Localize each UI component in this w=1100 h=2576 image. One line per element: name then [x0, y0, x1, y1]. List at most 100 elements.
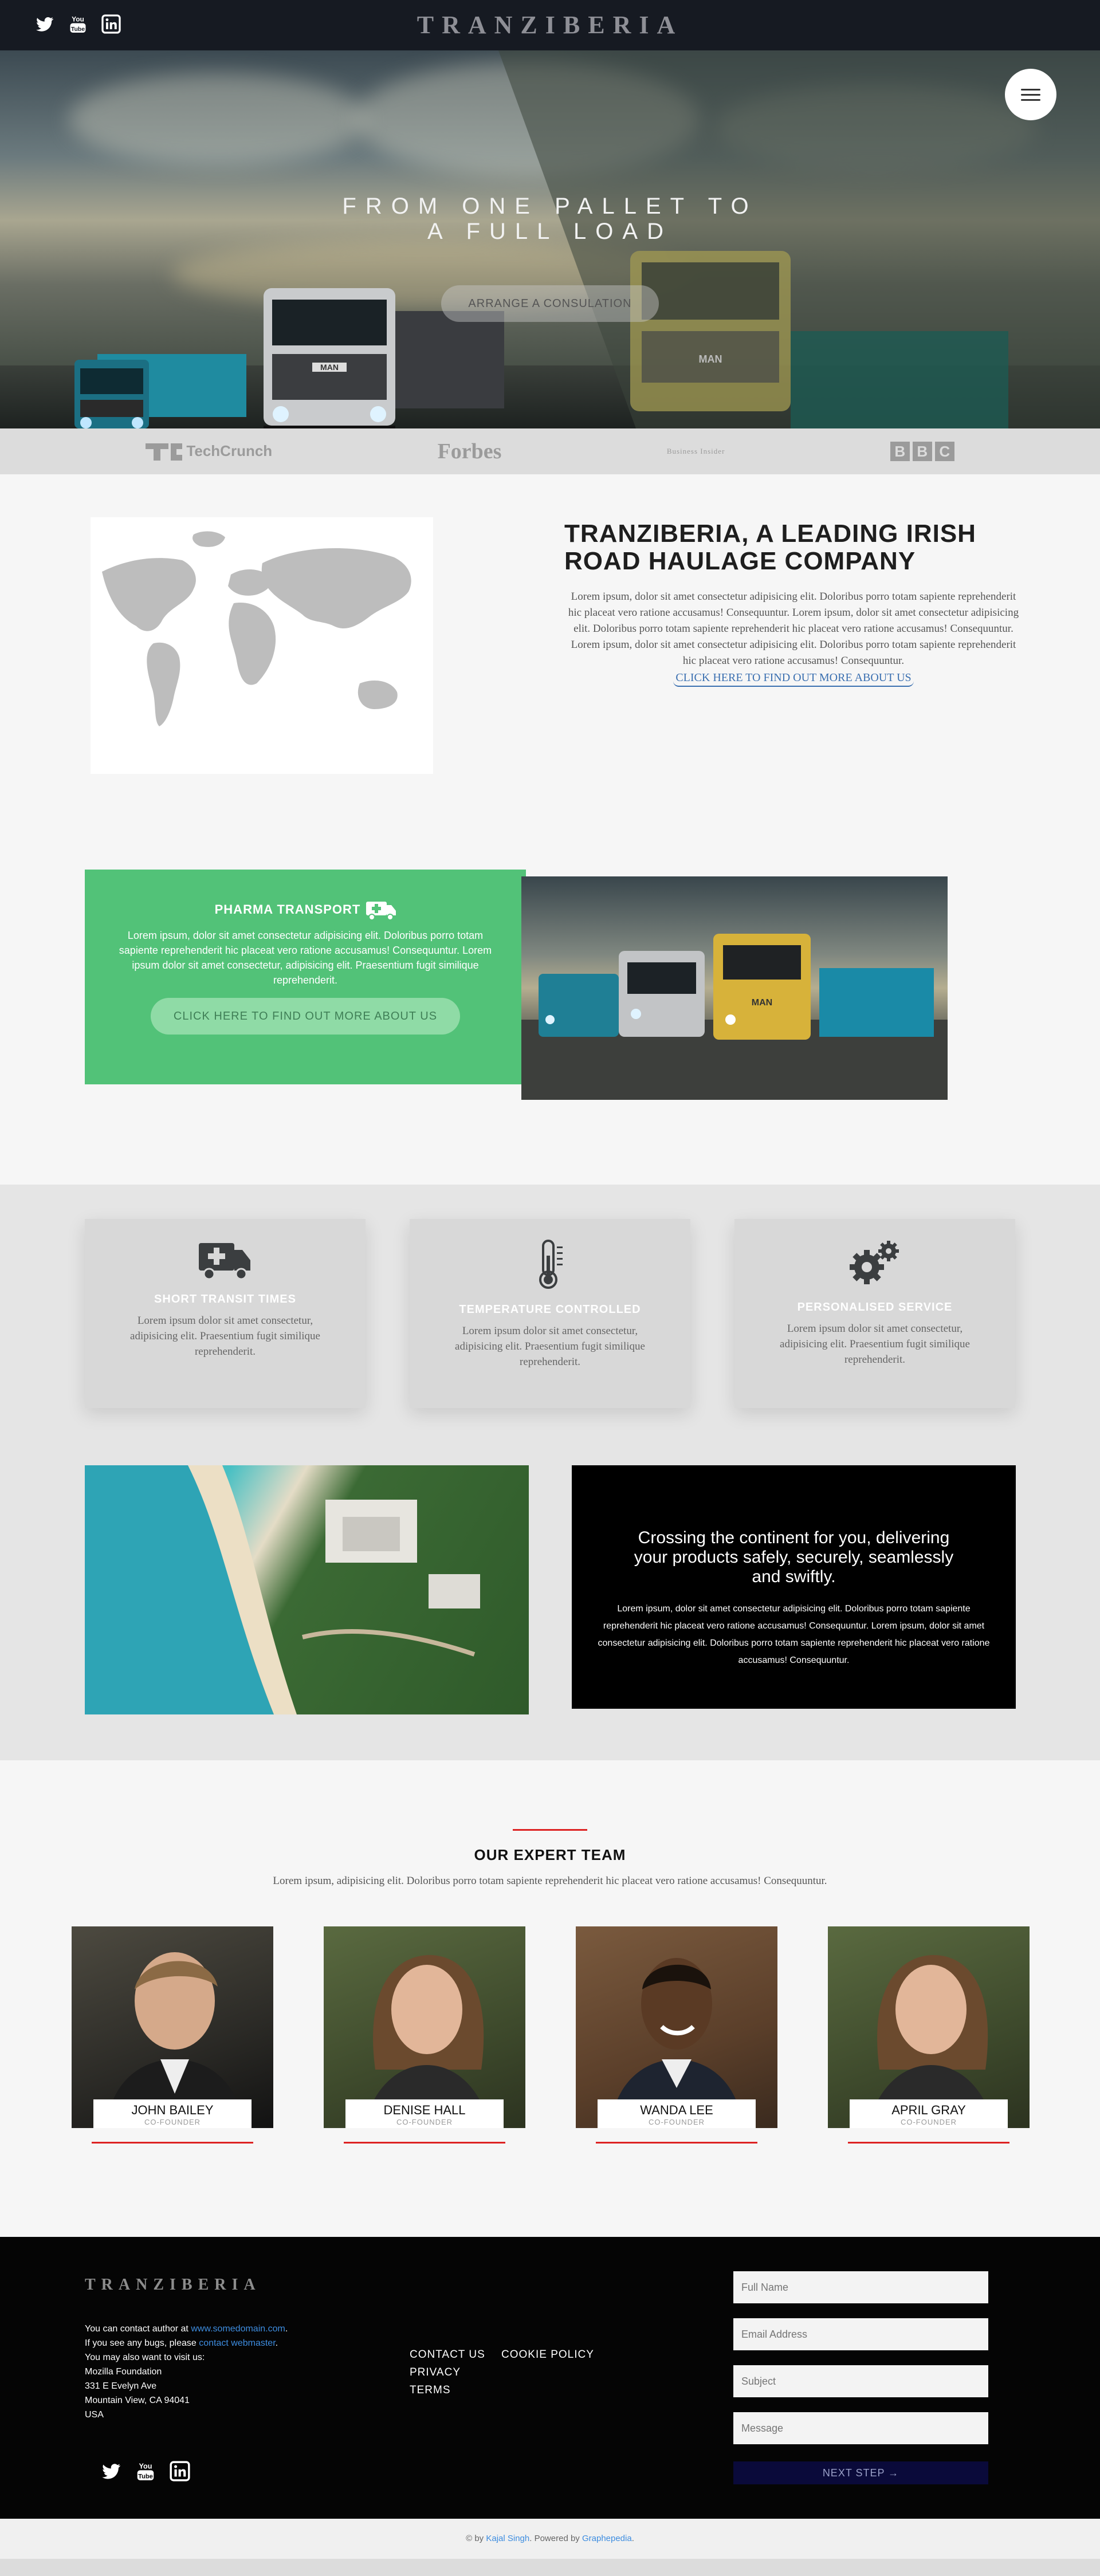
hero-headline-line-2: A FULL LOAD: [427, 219, 673, 244]
feature-card-personalised: PERSONALISED SERVICE Lorem ipsum dolor s…: [734, 1219, 1015, 1408]
pharma-section: PHARMA TRANSPORT Lorem ipsum, dolor sit …: [0, 870, 1100, 1185]
brand-logo[interactable]: TRANZIBERIA: [0, 10, 1100, 40]
team-section: OUR EXPERT TEAM Lorem ipsum, adipisicing…: [0, 1760, 1100, 2237]
feature-title: TEMPERATURE CONTROLLED: [459, 1303, 641, 1316]
full-name-field[interactable]: [733, 2271, 988, 2303]
world-map-image: [91, 517, 433, 774]
green-truck-image: [791, 331, 1008, 428]
footer-brand[interactable]: TRANZIBERIA: [85, 2276, 261, 2294]
next-step-button[interactable]: NEXT STEP →: [733, 2461, 988, 2484]
svg-text:MAN: MAN: [752, 998, 772, 1008]
privacy-link[interactable]: PRIVACY: [410, 2366, 461, 2378]
feature-card-temperature: TEMPERATURE CONTROLLED Lorem ipsum dolor…: [410, 1219, 690, 1408]
member-name: WANDA LEE: [640, 2103, 713, 2117]
team-member-card: DENISE HALL CO-FOUNDER: [324, 1926, 525, 2128]
member-photo: [106, 1952, 243, 2128]
teal-truck-image: [74, 354, 246, 428]
feature-card-transit: SHORT TRANSIT TIMES Lorem ipsum dolor si…: [85, 1219, 366, 1408]
contact-form: NEXT STEP →: [733, 2271, 988, 2484]
svg-text:MAN: MAN: [320, 363, 339, 372]
forbes-logo: Forbes: [437, 439, 502, 463]
top-bar: You Tube TRANZIBERIA: [0, 0, 1100, 50]
member-photo: [610, 1958, 743, 2128]
member-underline: [344, 2142, 505, 2144]
member-role: CO-FOUNDER: [900, 2118, 957, 2126]
footer-address: You can contact author at www.somedomain…: [85, 2324, 288, 2420]
yellow-truck-image: MAN: [630, 251, 791, 411]
terms-link[interactable]: TERMS: [410, 2384, 451, 2396]
member-name: DENISE HALL: [383, 2103, 466, 2117]
gears-icon: [850, 1241, 899, 1284]
aerial-coast-image: [85, 1465, 529, 1714]
ambulance-icon: [366, 902, 396, 921]
pharma-body: Lorem ipsum, dolor sit amet consectetur …: [119, 930, 492, 986]
svg-text:Tube: Tube: [138, 2473, 153, 2480]
hamburger-menu-button[interactable]: [1005, 69, 1056, 120]
member-underline: [848, 2142, 1009, 2144]
member-role: CO-FOUNDER: [396, 2118, 453, 2126]
team-heading: OUR EXPERT TEAM: [474, 1846, 626, 1863]
press-logo-strip: TechCrunch Forbes Business Insider BBC: [0, 428, 1100, 474]
crossing-section: Crossing the continent for you, deliveri…: [0, 1465, 1100, 1760]
feature-title: SHORT TRANSIT TIMES: [154, 1293, 296, 1305]
team-member-card: WANDA LEE CO-FOUNDER: [576, 1926, 777, 2128]
pharma-find-out-more-button[interactable]: CLICK HERE TO FIND OUT MORE ABOUT US: [151, 998, 460, 1035]
bbc-logo: BBC: [890, 442, 954, 461]
contact-webmaster-link[interactable]: contact webmaster: [199, 2338, 275, 2348]
team-member-card: JOHN BAILEY CO-FOUNDER: [72, 1926, 273, 2128]
arrange-consultation-button[interactable]: ARRANGE A CONSULATION: [441, 285, 659, 322]
member-photo: [868, 1955, 994, 2128]
crossing-card: Crossing the continent for you, deliveri…: [572, 1465, 1016, 1709]
subject-field[interactable]: [733, 2365, 988, 2397]
ambulance-icon: [199, 1243, 250, 1280]
message-field[interactable]: [733, 2412, 988, 2444]
author-link[interactable]: Kajal Singh: [486, 2534, 529, 2543]
about-heading: TRANZIBERIA, A LEADING IRISH ROAD HAULAG…: [564, 520, 976, 575]
member-role: CO-FOUNDER: [648, 2118, 705, 2126]
copyright-bar: © by Kajal Singh. Powered by Graphepedia…: [0, 2519, 1100, 2559]
crossing-heading: Crossing the continent for you, deliveri…: [634, 1528, 954, 1586]
crossing-body: Lorem ipsum, dolor sit amet consectetur …: [598, 1604, 990, 1665]
svg-text:You: You: [139, 2462, 152, 2470]
email-field[interactable]: [733, 2318, 988, 2350]
member-photo: [364, 1955, 490, 2128]
about-section: TRANZIBERIA, A LEADING IRISH ROAD HAULAG…: [0, 474, 1100, 870]
features-section: SHORT TRANSIT TIMES Lorem ipsum dolor si…: [0, 1185, 1100, 1465]
member-name-plate: WANDA LEE CO-FOUNDER: [598, 2099, 756, 2128]
graphepedia-link[interactable]: Graphepedia: [582, 2534, 632, 2543]
contact-us-link[interactable]: CONTACT US: [410, 2349, 485, 2361]
member-name: JOHN BAILEY: [131, 2103, 214, 2117]
hero-banner: MAN MAN FROM ONE PALLET TO A FULL LOAD A…: [0, 50, 1100, 428]
hero-headline-line-1: FROM ONE PALLET TO: [342, 194, 758, 219]
member-name-plate: APRIL GRAY CO-FOUNDER: [850, 2099, 1008, 2128]
member-name: APRIL GRAY: [891, 2103, 966, 2117]
find-out-more-link[interactable]: CLICK HERE TO FIND OUT MORE ABOUT US: [673, 671, 914, 687]
member-role: CO-FOUNDER: [144, 2118, 201, 2126]
about-body: Lorem ipsum, dolor sit amet consectetur …: [568, 591, 1019, 667]
about-text-block: TRANZIBERIA, A LEADING IRISH ROAD HAULAG…: [564, 520, 1023, 687]
feature-title: PERSONALISED SERVICE: [797, 1301, 953, 1313]
site-footer: TRANZIBERIA You can contact author at ww…: [0, 2237, 1100, 2519]
team-member-card: APRIL GRAY CO-FOUNDER: [828, 1926, 1030, 2128]
cookie-policy-link[interactable]: COOKIE POLICY: [501, 2349, 594, 2361]
youtube-icon[interactable]: You Tube: [135, 2460, 156, 2482]
feature-body: Lorem ipsum dolor sit amet consectetur, …: [130, 1315, 320, 1358]
team-subheading: Lorem ipsum, adipisicing elit. Doloribus…: [273, 1875, 827, 1887]
author-site-link[interactable]: www.somedomain.com: [191, 2324, 285, 2334]
twitter-icon[interactable]: [100, 2460, 122, 2482]
pharma-title: PHARMA TRANSPORT: [85, 898, 526, 921]
business-insider-logo: Business Insider: [666, 447, 725, 455]
techcrunch-logo: TechCrunch: [146, 442, 272, 461]
thermometer-icon: [539, 1240, 563, 1289]
truck-fleet-image: MAN: [521, 876, 948, 1100]
member-underline: [92, 2142, 253, 2144]
footer-social-links: You Tube: [100, 2460, 191, 2482]
pharma-card: PHARMA TRANSPORT Lorem ipsum, dolor sit …: [85, 870, 526, 1084]
feature-body: Lorem ipsum dolor sit amet consectetur, …: [455, 1325, 645, 1368]
hero-headline: FROM ONE PALLET TO A FULL LOAD: [0, 194, 1100, 244]
linkedin-icon[interactable]: [169, 2460, 191, 2482]
footer-links: CONTACT US COOKIE POLICY PRIVACY TERMS: [410, 2346, 662, 2399]
page-bottom-strip: [0, 2559, 1100, 2576]
svg-text:MAN: MAN: [699, 353, 722, 365]
member-name-plate: JOHN BAILEY CO-FOUNDER: [93, 2099, 252, 2128]
